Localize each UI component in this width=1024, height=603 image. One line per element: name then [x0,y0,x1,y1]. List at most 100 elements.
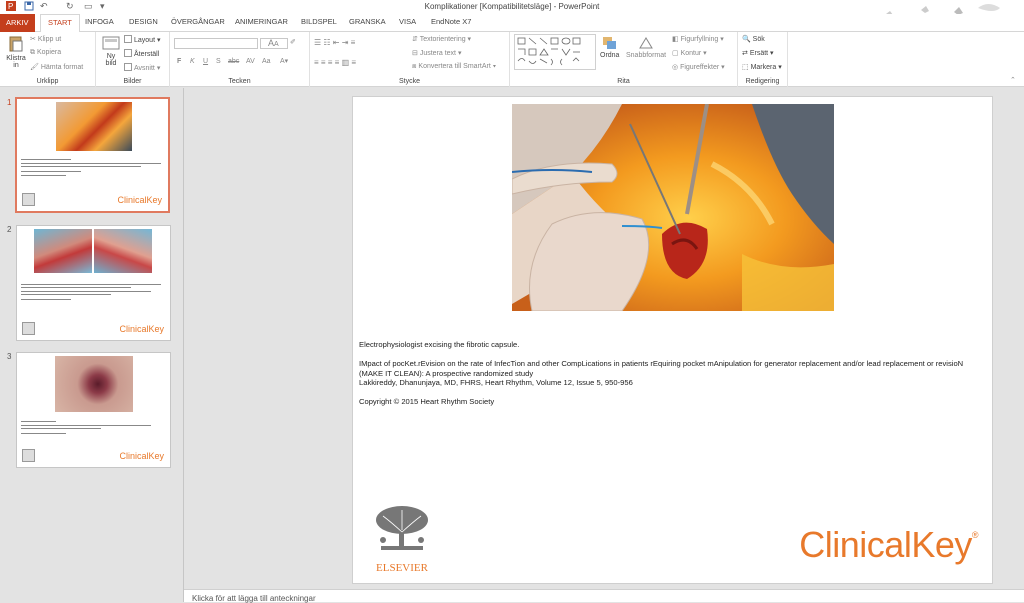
shapes-icon [517,37,581,66]
citation-authors[interactable]: Lakkireddy, Dhanunjaya, MD, FHRS, Heart … [359,378,979,388]
tab-visa[interactable]: VISA [399,17,416,26]
thumbnail-brand-logo: ClinicalKey [119,451,164,461]
tab-bildspel[interactable]: BILDSPEL [301,17,337,26]
slide-thumbnail-pane: 1 ClinicalKey 2 ClinicalKey 3 ClinicalKe… [0,88,184,602]
smartart-button[interactable]: ⧈ Konvertera till SmartArt ▾ [412,63,496,71]
group-label-redigering: Redigering [745,78,780,85]
font-color-icon[interactable]: A▾ [280,57,288,65]
clear-formatting-icon[interactable]: ✐ [290,38,296,46]
format-painter-button[interactable]: 🖌 Hämta format [30,63,83,71]
brush-icon: 🖌 [30,64,41,71]
font-name-select[interactable] [174,38,258,49]
tab-design[interactable]: DESIGN [129,17,158,26]
tab-endnote[interactable]: EndNote X7 [431,17,471,26]
select-button[interactable]: ⬚ Markera ▾ [742,63,782,71]
group-redigering: 🔍 Sök ⇄ Ersätt ▾ ⬚ Markera ▾ Redigering [738,32,788,87]
thumbnail-text-line [21,175,66,176]
shapes-gallery[interactable] [514,34,596,70]
elsevier-label: ELSEVIER [376,562,428,574]
tab-infoga[interactable]: INFOGA [85,17,114,26]
font-grow-button[interactable]: AA [264,38,279,48]
title-bar: P ↶ ↻ ▭ ▾ Komplikationer [Kompatibilitet… [0,0,1024,20]
new-slide-button[interactable]: Ny bild [100,35,122,67]
tab-arkiv[interactable]: ARKIV [0,14,35,32]
section-button[interactable]: Avsnitt ▾ [124,63,160,72]
copy-icon: ⧉ [30,49,37,56]
group-urklipp: Klistra in ✂ Klipp ut ⧉ Kopiera 🖌 Hämta … [0,32,96,87]
align-icons[interactable]: ≡ ≡ ≡ ≡ ▥ ≡ [314,58,356,67]
strikethrough-button[interactable]: S [216,58,221,65]
tab-overgangar[interactable]: ÖVERGÅNGAR [171,17,225,26]
notes-pane[interactable]: Klicka för att lägga till anteckningar [184,589,1024,603]
thumbnail-text-line [21,425,151,426]
new-slide-label: Ny [106,53,116,60]
slide-caption[interactable]: Electrophysiologist excising the fibroti… [359,340,979,350]
replace-label: Ersätt [749,50,769,57]
shadow-button[interactable]: abc [228,58,239,65]
thumbnail-text-line [21,294,111,295]
bold-button[interactable]: F [177,58,181,65]
find-label: Sök [752,36,765,43]
slide-thumbnail[interactable]: ClinicalKey [15,97,170,213]
elsevier-logo: ELSEVIER [371,502,433,574]
thumbnail-text-line [21,284,161,285]
thumbnail-text-line [21,299,71,300]
reset-label: Återställ [134,51,160,58]
cut-button[interactable]: ✂ Klipp ut [30,35,61,43]
cut-label: Klipp ut [37,36,62,43]
text-direction-button[interactable]: ⇵ Textorientering ▾ [412,35,471,43]
fill-icon: ◧ [672,36,681,43]
thumbnail-text-line [21,433,66,434]
select-icon: ⬚ [742,64,751,71]
layout-label: Layout [134,37,156,44]
quick-styles-button[interactable]: Snabbformat [626,36,666,59]
text-direction-icon: ⇵ [412,36,420,43]
citation-title[interactable]: IMpact of pocKet.rEvision on the rate of… [359,359,979,378]
thumbnail-text-line [21,287,131,288]
thumbnail-elsevier-logo [22,193,35,206]
layout-button[interactable]: Layout ▾ [124,35,161,44]
italic-button[interactable]: K [190,58,195,65]
bullets-icon[interactable]: ☰ ☷ ⇤ ⇥ ≡ [314,38,355,47]
surgical-photo[interactable] [512,104,834,311]
tab-animeringar[interactable]: ANIMERINGAR [235,17,288,26]
slide-thumbnail[interactable]: ClinicalKey [16,225,171,341]
reset-button[interactable]: Återställ [124,49,159,58]
underline-button[interactable]: U [203,58,208,65]
shape-outline-label: Kontur [680,50,702,57]
slide-number: 2 [7,225,12,234]
smartart-label: Konvertera till SmartArt [418,63,491,70]
arrange-button[interactable]: Ordna [600,36,619,59]
replace-button[interactable]: ⇄ Ersätt ▾ [742,49,774,57]
group-label-stycke: Stycke [398,78,420,85]
copyright-text[interactable]: Copyright © 2015 Heart Rhythm Society [359,397,979,407]
thumbnail-elsevier-logo [22,322,35,335]
thumbnail-text-line [21,159,71,160]
copy-label: Kopiera [36,49,62,56]
find-button[interactable]: 🔍 Sök [742,35,765,43]
shape-outline-button[interactable]: ▢ Kontur ▾ [672,49,707,57]
select-label: Markera [750,64,777,71]
copy-button[interactable]: ⧉ Kopiera [30,49,61,57]
align-text-button[interactable]: ⊟ Justera text ▾ [412,49,461,57]
group-rita: Ordna Snabbformat ◧ Figurfyllning ▾ ▢ Ko… [510,32,738,87]
change-case-button[interactable]: Aa [262,58,271,65]
tab-granska[interactable]: GRANSKA [349,17,386,26]
ribbon: Klistra in ✂ Klipp ut ⧉ Kopiera 🖌 Hämta … [0,32,1024,87]
new-slide-icon [102,36,120,50]
thumbnail-brand-logo: ClinicalKey [117,195,162,205]
scissors-icon: ✂ [30,36,38,43]
collapse-ribbon-icon[interactable]: ⌃ [1010,76,1016,84]
slide-canvas[interactable]: Electrophysiologist excising the fibroti… [352,96,993,584]
tab-start[interactable]: START [40,14,80,33]
shape-effects-button[interactable]: ◎ Figureffekter ▾ [672,63,725,71]
paste-button[interactable]: Klistra in [5,35,27,69]
char-spacing-button[interactable]: AV [246,58,255,65]
arrange-icon [602,37,616,49]
slide-number: 3 [7,352,12,361]
slide-thumbnail[interactable]: ClinicalKey [16,352,171,468]
reset-icon [124,49,132,57]
shape-fill-button[interactable]: ◧ Figurfyllning ▾ [672,35,724,43]
font-shrink-label: A [274,41,279,48]
effects-icon: ◎ [672,64,681,71]
